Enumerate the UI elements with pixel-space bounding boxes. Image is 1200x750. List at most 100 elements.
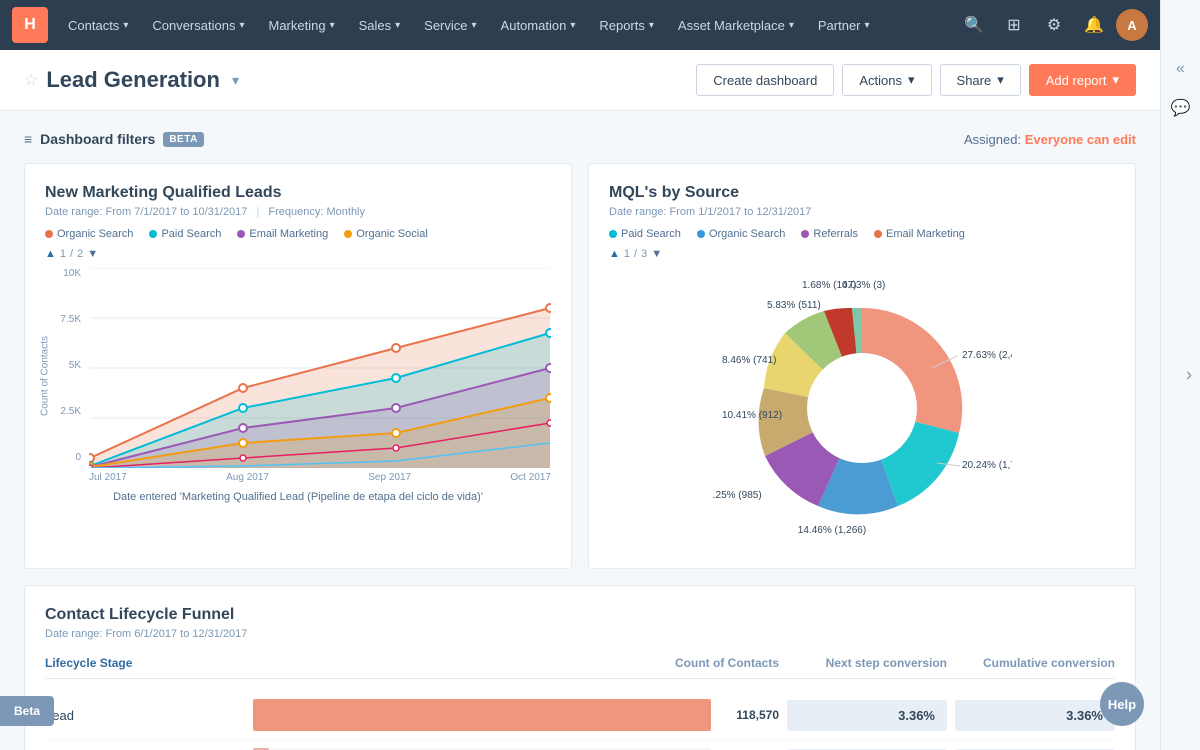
hubspot-logo[interactable]: H (12, 7, 48, 43)
legend-dot (609, 230, 617, 238)
legend-dot (237, 230, 245, 238)
search-icon[interactable]: 🔍 (956, 7, 992, 43)
page-header: ☆ Lead Generation ▾ Create dashboard Act… (0, 50, 1160, 111)
funnel-next-step-lead: 3.36% (787, 700, 947, 731)
nav-partner[interactable]: Partner ▾ (806, 0, 882, 50)
nav-items: Contacts ▾ Conversations ▾ Marketing ▾ S… (56, 0, 956, 50)
beta-badge: BETA (163, 132, 203, 147)
legend-dot (874, 230, 882, 238)
nav-reports[interactable]: Reports ▾ (587, 0, 666, 50)
pagination-down-arrow[interactable]: ▼ (651, 248, 662, 260)
funnel-bar-value-lead: 118,570 (719, 708, 779, 722)
legend-item-referrals: Referrals (801, 228, 858, 240)
svg-text:20.24% (1,773): 20.24% (1,773) (962, 460, 1012, 471)
donut-pagination: ▲ 1/3 ▼ (609, 248, 1115, 260)
donut-chart-svg: 27.63% (2,420) 20.24% (1,773) 14.46% (1,… (712, 278, 1012, 538)
legend-item-email-marketing: Email Marketing (237, 228, 328, 240)
add-report-caret-icon: ▾ (1112, 72, 1119, 88)
pagination-up-arrow[interactable]: ▲ (45, 248, 56, 260)
nav-marketing[interactable]: Marketing ▾ (256, 0, 346, 50)
donut-chart-card: MQL's by Source Date range: From 1/1/201… (588, 163, 1136, 569)
nav-right-icons: 🔍 ⊞ ⚙ 🔔 A ▾ (956, 7, 1188, 43)
donut-svg-container: 27.63% (2,420) 20.24% (1,773) 14.46% (1,… (712, 278, 1012, 538)
dashboard-grid: New Marketing Qualified Leads Date range… (24, 163, 1136, 569)
next-page-arrow[interactable]: › (1178, 357, 1200, 394)
donut-chart-legend: Paid Search Organic Search Referrals Ema… (609, 228, 1115, 240)
col-header-cumulative: Cumulative conversion (955, 656, 1115, 670)
funnel-table-header: Lifecycle Stage Count of Contacts Next s… (45, 656, 1115, 679)
share-caret-icon: ▾ (997, 72, 1004, 88)
funnel-title: Contact Lifecycle Funnel (45, 606, 1115, 624)
nav-conversations[interactable]: Conversations ▾ (140, 0, 256, 50)
nav-service[interactable]: Service ▾ (412, 0, 488, 50)
nav-sales[interactable]: Sales ▾ (347, 0, 413, 50)
assigned-label: Assigned: (964, 132, 1021, 147)
donut-chart-title: MQL's by Source (609, 184, 1115, 202)
actions-caret-icon: ▾ (908, 72, 915, 88)
header-actions: Create dashboard Actions ▾ Share ▾ Add r… (696, 64, 1136, 96)
pagination-up-arrow[interactable]: ▲ (609, 248, 620, 260)
assigned-value[interactable]: Everyone can edit (1025, 132, 1136, 147)
line-chart-subtitle: Date range: From 7/1/2017 to 10/31/2017 … (45, 206, 551, 218)
line-chart-title: New Marketing Qualified Leads (45, 184, 551, 202)
funnel-bar-lead: 118,570 (253, 699, 779, 731)
donut-chart-subtitle: Date range: From 1/1/2017 to 12/31/2017 (609, 206, 1115, 218)
chevron-down-icon: ▾ (239, 20, 244, 31)
line-chart-legend: Organic Search Paid Search Email Marketi… (45, 228, 551, 240)
x-axis-labels: Jul 2017 Aug 2017 Sep 2017 Oct 2017 (89, 472, 551, 483)
page-title-area: ☆ Lead Generation ▾ (24, 67, 239, 93)
funnel-bar-fill (253, 699, 711, 731)
assigned-area: Assigned: Everyone can edit (964, 132, 1136, 147)
legend-item-organic-social: Organic Social (344, 228, 428, 240)
settings-icon[interactable]: ⚙ (1036, 7, 1072, 43)
funnel-subtitle: Date range: From 6/1/2017 to 12/31/2017 (45, 628, 1115, 640)
line-chart-pagination: ▲ 1/2 ▼ (45, 248, 551, 260)
funnel-cumulative-lead: 3.36% (955, 700, 1115, 731)
legend-dot (801, 230, 809, 238)
filters-bar: ≡ Dashboard filters BETA Assigned: Every… (24, 131, 1136, 147)
main-content: ≡ Dashboard filters BETA Assigned: Every… (0, 111, 1160, 750)
legend-item-email-marketing: Email Marketing (874, 228, 965, 240)
chart-x-caption: Date entered 'Marketing Qualified Lead (… (45, 491, 551, 503)
share-button[interactable]: Share ▾ (940, 64, 1021, 96)
nav-automation[interactable]: Automation ▾ (489, 0, 588, 50)
line-chart-wrapper: Count of Contacts 10K 7.5K 5K 2.5K 0 (45, 268, 551, 483)
nav-asset-marketplace[interactable]: Asset Marketplace ▾ (666, 0, 806, 50)
stage-label-lead: Lead (45, 708, 245, 723)
main-scroll-area: ☆ Lead Generation ▾ Create dashboard Act… (0, 50, 1200, 750)
top-navigation: H Contacts ▾ Conversations ▾ Marketing ▾… (0, 0, 1200, 50)
funnel-card: Contact Lifecycle Funnel Date range: Fro… (24, 585, 1136, 750)
col-header-count: Count of Contacts (253, 656, 779, 670)
avatar[interactable]: A (1116, 9, 1148, 41)
legend-item-paid-search: Paid Search (609, 228, 681, 240)
grid-icon[interactable]: ⊞ (996, 7, 1032, 43)
legend-item-organic-search: Organic Search (45, 228, 133, 240)
filters-label[interactable]: Dashboard filters (40, 131, 155, 147)
nav-contacts[interactable]: Contacts ▾ (56, 0, 140, 50)
actions-button[interactable]: Actions ▾ (842, 64, 931, 96)
chevron-down-icon: ▾ (395, 20, 400, 31)
collapse-icon[interactable]: « (1176, 60, 1185, 78)
chevron-down-icon: ▾ (865, 20, 870, 31)
col-header-next-step: Next step conversion (787, 656, 947, 670)
filters-left: ≡ Dashboard filters BETA (24, 131, 204, 147)
svg-text:11.25% (985): 11.25% (985) (712, 490, 762, 501)
svg-text:0.03% (3): 0.03% (3) (842, 280, 885, 291)
pagination-down-arrow[interactable]: ▼ (87, 248, 98, 260)
create-dashboard-button[interactable]: Create dashboard (696, 64, 834, 96)
chevron-down-icon: ▾ (649, 20, 654, 31)
favorite-star-icon[interactable]: ☆ (24, 70, 38, 90)
donut-chart-wrapper: 27.63% (2,420) 20.24% (1,773) 14.46% (1,… (609, 268, 1115, 548)
chevron-down-icon: ▾ (570, 20, 575, 31)
funnel-bar-wrapper (253, 699, 711, 731)
add-report-button[interactable]: Add report ▾ (1029, 64, 1136, 96)
funnel-row-mql: Marketing Qualified Lead 3,984 42.22% 1.… (45, 740, 1115, 750)
filter-lines-icon: ≡ (24, 131, 32, 147)
title-dropdown-icon[interactable]: ▾ (232, 72, 239, 89)
beta-button[interactable]: Beta (0, 696, 54, 726)
line-chart-card: New Marketing Qualified Leads Date range… (24, 163, 572, 569)
chat-icon[interactable]: 💬 (1171, 98, 1191, 118)
funnel-row-lead: Lead 118,570 3.36% 3.36% (45, 691, 1115, 740)
notifications-icon[interactable]: 🔔 (1076, 7, 1112, 43)
help-button[interactable]: Help (1100, 682, 1144, 726)
